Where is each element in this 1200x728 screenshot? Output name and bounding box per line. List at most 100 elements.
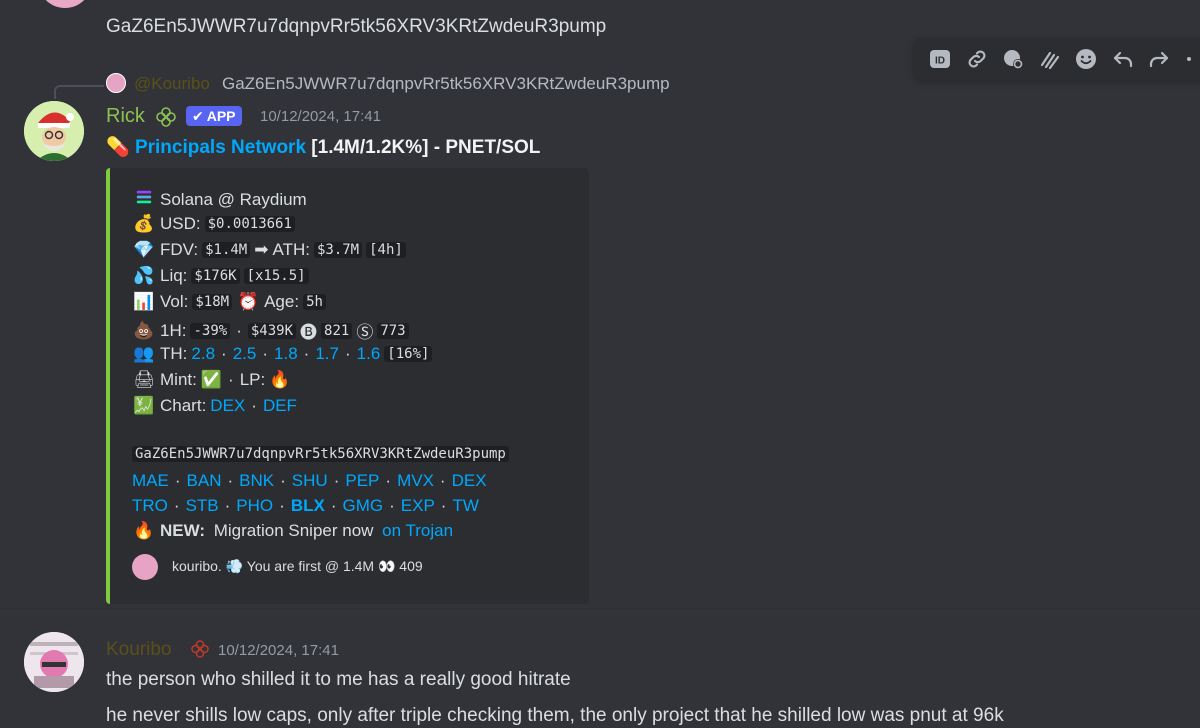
avatar[interactable]: [24, 101, 84, 161]
bot-link[interactable]: SHU: [292, 471, 328, 491]
timestamp[interactable]: 10/12/2024, 17:41: [260, 108, 381, 125]
separator-dot: ·: [251, 396, 257, 415]
forward-icon[interactable]: [1141, 40, 1178, 78]
embed-footer: kouribo. 💨 You are first @ 1.4M 👀 409: [172, 558, 423, 575]
holder-link[interactable]: 2.5: [233, 344, 257, 364]
arrow-right-icon: ➡: [254, 240, 269, 259]
liq-value: $176K: [191, 268, 240, 284]
author-name[interactable]: Rick: [106, 105, 145, 128]
svg-text:ID: ID: [935, 56, 945, 67]
separator-dot: ·: [227, 471, 234, 490]
links-row-1: MAE · BAN · BNK · SHU · PEP · MVX · DEX: [132, 471, 487, 491]
separator-dot: ·: [236, 320, 242, 340]
bot-link[interactable]: BNK: [239, 471, 274, 491]
bot-link[interactable]: PHO: [236, 496, 273, 516]
token-summary: [1.4M/1.2K%] - PNET/SOL: [306, 137, 541, 158]
ath-time: [4h]: [366, 242, 406, 258]
separator-dot: ·: [224, 496, 231, 515]
bot-link[interactable]: BLX: [291, 496, 325, 516]
link-icon[interactable]: [959, 40, 996, 78]
printer-icon: 🖨: [133, 370, 155, 389]
chain-text: Solana @ Raydium: [160, 189, 307, 209]
fire-icon: 🔥: [269, 370, 291, 389]
fdv-label: FDV:: [160, 240, 199, 259]
usd-value: $0.0013661: [204, 216, 295, 232]
emoji-icon[interactable]: [1068, 40, 1105, 78]
separator-dot: ·: [385, 471, 392, 490]
message-toolbar: ID: [914, 38, 1200, 80]
bot-link[interactable]: GMG: [342, 496, 383, 516]
usd-row: 💰 USD: $0.0013661: [132, 214, 295, 234]
mint-row: 🖨 Mint: ✅ · LP: 🔥: [132, 370, 290, 390]
chart-yen-icon: 💹: [133, 396, 155, 415]
reply-preview[interactable]: GaZ6En5JWWR7u7dqnpvRr5tk56XRV3KRtZwdeuR3…: [222, 74, 670, 94]
reply-author[interactable]: @Kouribo: [134, 74, 210, 94]
bot-link[interactable]: TRO: [132, 496, 168, 516]
eyes-icon: 👀: [377, 558, 396, 574]
bot-link[interactable]: PEP: [345, 471, 379, 491]
reply-icon[interactable]: [1105, 40, 1142, 78]
contract-row: GaZ6En5JWWR7u7dqnpvRr5tk56XRV3KRtZwdeuR3…: [132, 446, 509, 462]
separator-dot: ·: [221, 344, 227, 363]
chain-row: Solana @ Raydium: [132, 188, 307, 211]
chart-label: Chart:: [160, 396, 207, 415]
footer-avatar: [132, 554, 158, 580]
id-icon[interactable]: ID: [922, 40, 959, 78]
token-embed: Solana @ Raydium 💰 USD: $0.0013661 💎 FDV…: [106, 168, 589, 604]
bot-link[interactable]: STB: [186, 496, 219, 516]
bot-link[interactable]: MVX: [397, 471, 434, 491]
bot-link[interactable]: BAN: [187, 471, 222, 491]
trojan-link[interactable]: on Trojan: [382, 521, 453, 541]
bot-link[interactable]: MAE: [132, 471, 169, 491]
holder-link[interactable]: 1.7: [315, 344, 339, 364]
droplets-icon: 💦: [133, 266, 155, 285]
separator-dot: ·: [279, 496, 285, 515]
author-name[interactable]: Kouribo: [106, 639, 172, 661]
chart-link-dex[interactable]: DEX: [210, 396, 245, 416]
contract-address[interactable]: GaZ6En5JWWR7u7dqnpvRr5tk56XRV3KRtZwdeuR3…: [132, 446, 509, 462]
links-row-2: TRO · STB · PHO · BLX · GMG · EXP · TW: [132, 496, 479, 516]
sells-circle-icon: Ⓢ: [356, 323, 374, 342]
forward-stack-icon[interactable]: [1032, 40, 1069, 78]
holder-link[interactable]: 1.8: [274, 344, 298, 364]
footer-user: kouribo.: [172, 558, 222, 574]
new-label: NEW:: [160, 521, 206, 540]
money-bag-icon: 💰: [133, 214, 155, 233]
sells-count: 773: [377, 322, 409, 339]
footer-text: You are first @ 1.4M: [243, 558, 378, 574]
vol-value: $18M: [192, 294, 233, 310]
footer-count: 409: [395, 558, 423, 574]
holder-link[interactable]: 1.6: [357, 344, 381, 364]
holders-row: 👥 TH: 2.8 · 2.5 · 1.8 · 1.7 · 1.6 [16%]: [132, 344, 433, 364]
fdv-row: 💎 FDV: $1.4M ➡ ATH: $3.7M [4h]: [132, 240, 406, 260]
ath-value: $3.7M: [313, 242, 363, 258]
clan-badge-icon: [155, 106, 177, 128]
chart-link-def[interactable]: DEF: [263, 396, 297, 416]
h1-label: 1H:: [160, 320, 187, 340]
message-text: the person who shilled it to me has a re…: [106, 669, 571, 690]
bot-link[interactable]: TW: [452, 496, 478, 516]
message-text: he never shills low caps, only after tri…: [106, 705, 1004, 726]
separator-dot: ·: [344, 344, 351, 363]
previous-avatar[interactable]: [38, 0, 92, 8]
fire-icon: 🔥: [133, 521, 155, 540]
more-icon[interactable]: [1178, 40, 1200, 78]
pill-icon: 💊: [106, 137, 130, 158]
usd-label: USD:: [160, 214, 201, 233]
liq-label: Liq:: [160, 266, 188, 285]
holders-icon: 👥: [133, 344, 155, 363]
separator-dot: ·: [173, 496, 180, 515]
avatar[interactable]: [24, 632, 84, 692]
lp-label: LP:: [239, 370, 266, 389]
reply-avatar[interactable]: [106, 73, 126, 93]
chart-row: 💹 Chart: DEX · DEF: [132, 396, 297, 416]
thread-icon[interactable]: [995, 40, 1032, 78]
holder-link[interactable]: 2.8: [191, 344, 215, 364]
separator-dot: ·: [262, 344, 269, 363]
bot-link[interactable]: DEX: [452, 471, 487, 491]
token-link[interactable]: Principals Network: [135, 137, 306, 158]
bot-link[interactable]: EXP: [401, 496, 435, 516]
app-tag: ✔ APP: [186, 106, 242, 126]
timestamp[interactable]: 10/12/2024, 17:41: [218, 642, 339, 659]
separator-dot: ·: [440, 496, 447, 515]
